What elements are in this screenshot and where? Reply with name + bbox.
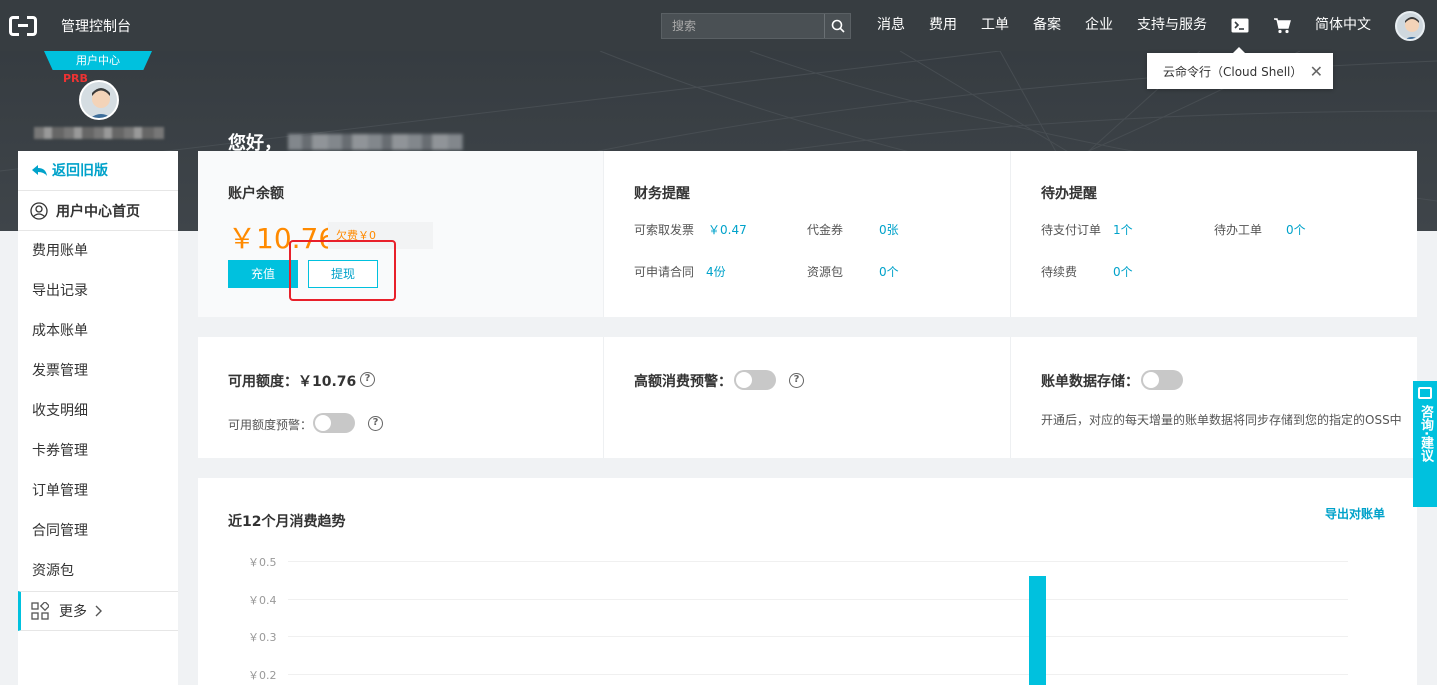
ticket-value[interactable]: 0个 <box>1286 221 1306 238</box>
grid-line <box>288 673 1348 675</box>
todo-title: 待办提醒 <box>1041 186 1097 202</box>
cloud-shell-tooltip: 云命令行（Cloud Shell） ✕ <box>1147 47 1333 89</box>
voucher-label: 代金券 <box>807 223 844 237</box>
search-input[interactable] <box>662 13 824 38</box>
finance-reminder-panel: 财务提醒 可索取发票 ￥0.47 代金券 0张 可申请合同 4份 资源包 0个 <box>604 151 1011 317</box>
nav-support[interactable]: 支持与服务 <box>1125 0 1219 51</box>
sidebar-item-billing[interactable]: 费用账单 <box>18 231 178 271</box>
trend-card: 近12个月消费趋势 导出对账单 ￥0.5 ￥0.4 ￥0.3 ￥0.2 <box>198 478 1417 685</box>
finance-title: 财务提醒 <box>634 186 690 202</box>
ticket-label: 待办工单 <box>1214 223 1263 237</box>
help-icon[interactable]: ? <box>360 372 375 387</box>
trend-chart: ￥0.5 ￥0.4 ￥0.3 ￥0.2 <box>198 478 1417 685</box>
invoice-label: 可索取发票 <box>634 223 695 237</box>
sidebar-item-transactions[interactable]: 收支明细 <box>18 391 178 431</box>
user-center-ribbon: 用户中心 <box>44 51 152 70</box>
y-tick-label: ￥0.4 <box>248 593 277 607</box>
overview-card: 账户余额 ￥10.76 欠费￥0 充值 提现 财务提醒 可索取发票 ￥0.47 … <box>198 151 1417 317</box>
grid-line <box>288 636 1348 637</box>
help-icon[interactable]: ? <box>368 416 383 431</box>
chart-bar[interactable] <box>1029 576 1046 685</box>
search-icon[interactable] <box>824 13 850 38</box>
sidebar-item-packages[interactable]: 资源包 <box>18 551 178 591</box>
user-card: 用户中心 PRB <box>18 51 178 151</box>
prb-badge: PRB <box>63 72 88 85</box>
nav-right: 消息 费用 工单 备案 企业 支持与服务 简体中文 <box>661 0 1437 51</box>
pending-order-label: 待支付订单 <box>1041 223 1102 237</box>
top-nav: 管理控制台 消息 费用 工单 备案 企业 支持与服务 简体中文 <box>0 0 1437 51</box>
terminal-icon[interactable] <box>1219 0 1261 51</box>
sidebar-item-invoice[interactable]: 发票管理 <box>18 351 178 391</box>
back-arrow-icon <box>32 164 47 176</box>
chevron-right-icon <box>95 605 102 617</box>
pending-order-value[interactable]: 1个 <box>1113 221 1133 238</box>
storage-toggle[interactable] <box>1141 370 1183 390</box>
sidebar-item-cost[interactable]: 成本账单 <box>18 311 178 351</box>
nav-billing[interactable]: 费用 <box>917 0 969 51</box>
credit-title: 可用额度：￥10.76 <box>228 374 357 390</box>
sidebar-item-more[interactable]: 更多 <box>18 591 178 631</box>
back-to-old-version[interactable]: 返回旧版 <box>18 151 178 191</box>
feedback-tab[interactable]: 咨询·建议 <box>1413 381 1437 507</box>
feedback-label: 咨询·建议 <box>1418 405 1433 462</box>
aliyun-logo-icon[interactable] <box>9 14 37 39</box>
recharge-button[interactable]: 充值 <box>228 260 298 288</box>
language-switcher[interactable]: 简体中文 <box>1303 0 1383 51</box>
sidebar: 返回旧版 用户中心首页 费用账单 导出记录 成本账单 发票管理 收支明细 卡券管… <box>18 151 178 685</box>
storage-label: 账单数据存储： <box>1041 374 1139 390</box>
grid-line <box>288 598 1348 600</box>
nav-messages[interactable]: 消息 <box>865 0 917 51</box>
sidebar-home-label: 用户中心首页 <box>56 203 140 220</box>
highlight-annotation <box>289 240 396 301</box>
credit-alert-toggle[interactable] <box>313 413 355 433</box>
cart-icon[interactable] <box>1261 0 1303 51</box>
package-value[interactable]: 0个 <box>879 263 899 280</box>
sidebar-item-orders[interactable]: 订单管理 <box>18 471 178 511</box>
nav-enterprise[interactable]: 企业 <box>1073 0 1125 51</box>
sidebar-more-label: 更多 <box>59 604 87 620</box>
sidebar-item-home[interactable]: 用户中心首页 <box>18 191 178 231</box>
back-link-label: 返回旧版 <box>52 162 108 179</box>
grid-line <box>288 561 1348 562</box>
package-label: 资源包 <box>807 265 844 279</box>
account-balance-title: 账户余额 <box>228 186 284 202</box>
grid-icon <box>31 602 49 620</box>
sidebar-item-export[interactable]: 导出记录 <box>18 271 178 311</box>
username-redacted <box>288 134 463 150</box>
close-icon[interactable]: ✕ <box>1310 62 1323 81</box>
high-spend-panel: 高额消费预警： ? <box>604 337 1011 458</box>
chat-icon <box>1418 387 1432 399</box>
voucher-value[interactable]: 0张 <box>879 221 899 238</box>
help-icon[interactable]: ? <box>789 373 804 388</box>
user-id-redacted <box>34 127 164 139</box>
todo-reminder-panel: 待办提醒 待支付订单 1个 待办工单 0个 待续费 0个 <box>1011 151 1417 317</box>
tooltip-text: 云命令行（Cloud Shell） <box>1163 64 1303 79</box>
credit-panel: 可用额度：￥10.76 ? 可用额度预警： ? <box>198 337 604 458</box>
invoice-value[interactable]: ￥0.47 <box>708 221 747 238</box>
storage-panel: 账单数据存储： 开通后，对应的每天增量的账单数据将同步存储到您的指定的OSS中 <box>1011 337 1417 458</box>
y-tick-label: ￥0.5 <box>248 556 277 569</box>
renew-value[interactable]: 0个 <box>1113 263 1133 280</box>
contract-label: 可申请合同 <box>634 265 695 279</box>
storage-description: 开通后，对应的每天增量的账单数据将同步存储到您的指定的OSS中 <box>1041 413 1402 427</box>
sidebar-item-contracts[interactable]: 合同管理 <box>18 511 178 551</box>
nav-icp[interactable]: 备案 <box>1021 0 1073 51</box>
settings-card: 可用额度：￥10.76 ? 可用额度预警： ? 高额消费预警： ? 账单数据存储… <box>198 337 1417 458</box>
sidebar-item-vouchers[interactable]: 卡券管理 <box>18 431 178 471</box>
user-icon <box>30 201 48 220</box>
contract-value[interactable]: 4份 <box>706 263 726 280</box>
search-box <box>661 12 851 39</box>
high-alert-toggle[interactable] <box>734 370 776 390</box>
account-balance-panel: 账户余额 ￥10.76 欠费￥0 充值 提现 <box>198 151 604 317</box>
high-alert-label: 高额消费预警： <box>634 374 732 390</box>
user-avatar-icon[interactable] <box>1395 10 1425 41</box>
y-tick-label: ￥0.2 <box>248 668 277 682</box>
user-avatar-icon[interactable] <box>79 80 119 120</box>
nav-tickets[interactable]: 工单 <box>969 0 1021 51</box>
y-tick-label: ￥0.3 <box>248 631 277 644</box>
credit-alert-label: 可用额度预警： <box>228 418 313 432</box>
renew-label: 待续费 <box>1041 265 1078 279</box>
console-title[interactable]: 管理控制台 <box>61 16 131 36</box>
